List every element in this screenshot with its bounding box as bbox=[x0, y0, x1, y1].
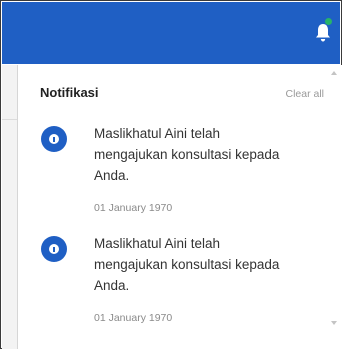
background-page-strip bbox=[2, 65, 17, 349]
notifications-dropdown: Notifikasi Clear all Maslikhatul Aini te… bbox=[17, 65, 342, 349]
notification-date: 01 January 1970 bbox=[94, 202, 173, 214]
bell-icon[interactable] bbox=[315, 23, 331, 43]
notifications-title: Notifikasi bbox=[40, 85, 99, 100]
scroll-up-icon[interactable] bbox=[331, 71, 337, 75]
notification-date: 01 January 1970 bbox=[94, 312, 173, 324]
notifications-header: Notifikasi Clear all bbox=[40, 83, 330, 103]
top-navbar bbox=[2, 2, 340, 64]
info-icon bbox=[41, 126, 67, 152]
app-window: Notifikasi Clear all Maslikhatul Aini te… bbox=[0, 0, 342, 349]
notification-item[interactable]: Maslikhatul Aini telah mengajukan konsul… bbox=[40, 233, 310, 329]
scroll-down-icon[interactable] bbox=[331, 321, 337, 325]
notification-indicator bbox=[325, 18, 332, 25]
divider bbox=[2, 119, 17, 120]
info-icon bbox=[41, 236, 67, 262]
notification-item[interactable]: Maslikhatul Aini telah mengajukan konsul… bbox=[40, 123, 310, 219]
scrollbar[interactable] bbox=[327, 65, 341, 349]
notification-message: Maslikhatul Aini telah mengajukan konsul… bbox=[94, 126, 280, 183]
clear-all-button[interactable]: Clear all bbox=[285, 84, 324, 104]
notification-message: Maslikhatul Aini telah mengajukan konsul… bbox=[94, 236, 280, 293]
